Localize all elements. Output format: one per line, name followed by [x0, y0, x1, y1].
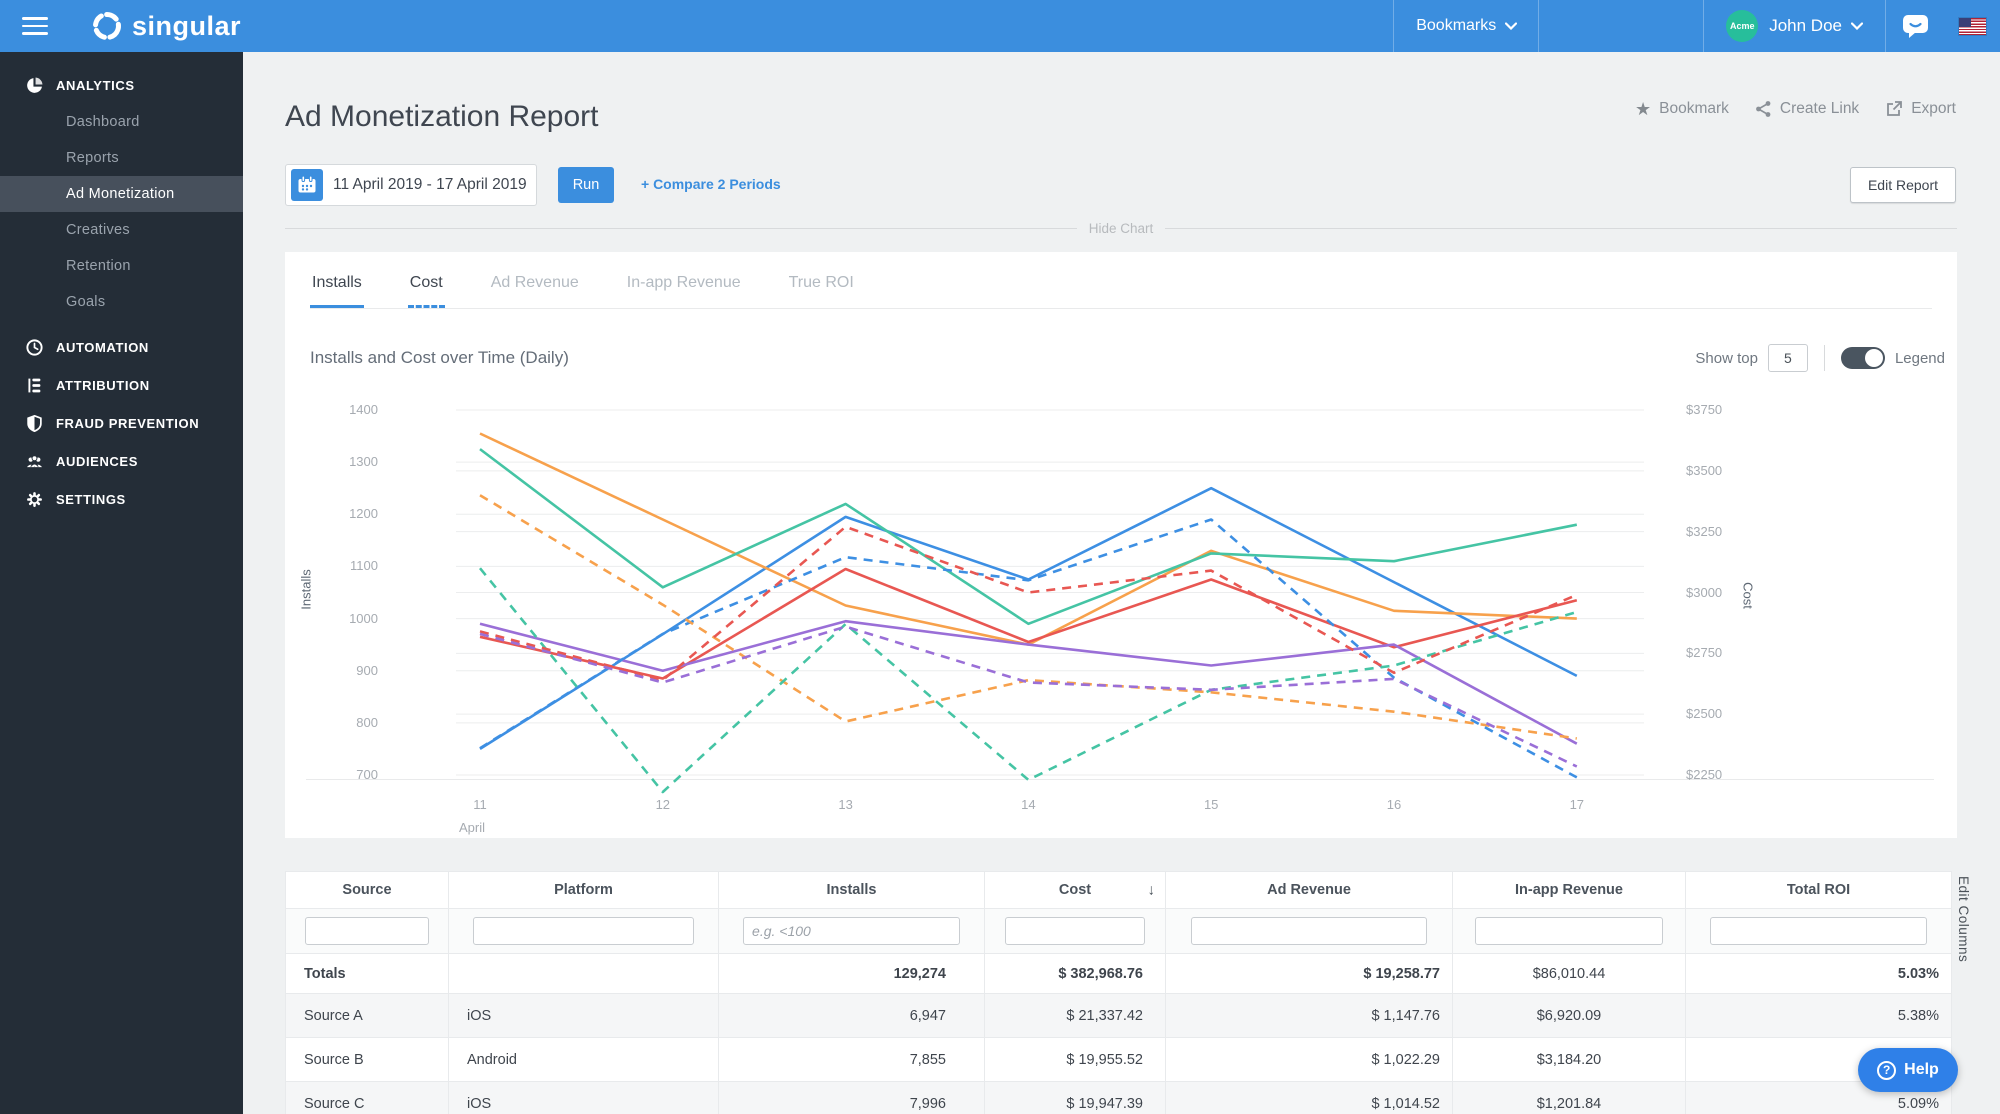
divider-line: [285, 227, 1077, 229]
bookmark-button[interactable]: ★ Bookmark: [1635, 100, 1729, 118]
calendar-icon: [291, 169, 323, 201]
divider-line: [1165, 227, 1957, 229]
help-button[interactable]: ? Help: [1858, 1048, 1958, 1092]
filter-total-roi-input[interactable]: [1710, 917, 1927, 945]
report-table: Source Platform Installs Cost ↓ Ad Revenu…: [285, 871, 1952, 1114]
shield-icon: [26, 414, 43, 432]
org-avatar: Acme: [1726, 10, 1759, 42]
show-top-input[interactable]: [1767, 344, 1808, 372]
report-actions: ★ Bookmark Create Link Export: [1609, 100, 1956, 118]
page-title: Ad Monetization Report: [285, 100, 599, 134]
filter-inapp-revenue-input[interactable]: [1475, 917, 1663, 945]
filter-cost-input[interactable]: [1004, 917, 1146, 945]
share-icon: [1755, 100, 1772, 118]
app-window: singular Bookmarks Acme John Doe ANALYTI…: [0, 0, 2000, 1114]
pie-chart-icon: [26, 77, 43, 94]
language-selector[interactable]: [1945, 0, 2000, 52]
filter-ad-revenue-input[interactable]: [1191, 917, 1427, 945]
user-name: John Doe: [1769, 16, 1842, 35]
sidebar-item-creatives[interactable]: Creatives: [0, 212, 243, 248]
tab-cost[interactable]: Cost: [407, 266, 445, 308]
chevron-down-icon: [1850, 17, 1864, 35]
top-navigation-bar: singular Bookmarks Acme John Doe: [0, 0, 2000, 52]
sidebar-section-attribution[interactable]: ATTRIBUTION: [0, 366, 243, 404]
singular-swirl-icon: [90, 9, 124, 43]
question-mark-icon: ?: [1877, 1060, 1897, 1080]
star-icon: ★: [1635, 99, 1652, 119]
user-account-menu[interactable]: Acme John Doe: [1703, 0, 1885, 52]
create-link-button[interactable]: Create Link: [1755, 100, 1859, 118]
date-range-picker[interactable]: 11 April 2019 - 17 April 2019: [285, 164, 537, 206]
edit-columns-button[interactable]: Edit Columns: [1956, 876, 1971, 962]
edit-report-button[interactable]: Edit Report: [1850, 167, 1956, 203]
date-range-value: 11 April 2019 - 17 April 2019: [333, 176, 527, 193]
hamburger-menu-icon[interactable]: [22, 17, 48, 35]
legend-label: Legend: [1894, 349, 1945, 367]
filter-platform-input[interactable]: [473, 917, 694, 945]
table-header-row: Source Platform Installs Cost ↓ Ad Revenu…: [285, 871, 1952, 909]
column-header-cost[interactable]: Cost ↓: [984, 871, 1166, 909]
table-row-source-a: Source A iOS 6,947 $ 21,337.42 $ 1,147.7…: [285, 993, 1952, 1038]
sidebar-section-analytics[interactable]: ANALYTICS: [0, 66, 243, 104]
chart-controls: Show top Legend: [1695, 344, 1945, 372]
sidebar-section-fraud-prevention[interactable]: FRAUD PREVENTION: [0, 404, 243, 442]
column-header-inapp-revenue[interactable]: In-app Revenue: [1452, 871, 1686, 909]
toggle-knob: [1864, 349, 1883, 367]
gear-icon: [26, 491, 43, 508]
column-header-total-roi[interactable]: Total ROI: [1685, 871, 1952, 909]
people-icon: [26, 453, 43, 470]
sidebar-item-reports[interactable]: Reports: [0, 140, 243, 176]
sidebar-item-goals[interactable]: Goals: [0, 284, 243, 320]
us-flag-icon: [1959, 17, 1986, 35]
sidebar-item-ad-monetization[interactable]: Ad Monetization: [0, 176, 243, 212]
singular-logo[interactable]: singular: [90, 9, 241, 43]
table-row-totals: Totals 129,274 $ 382,968.76 $ 19,258.77 …: [285, 953, 1952, 994]
sidebar-item-dashboard[interactable]: Dashboard: [0, 104, 243, 140]
table-row-source-b: Source B Android 7,855 $ 19,955.52 $ 1,0…: [285, 1037, 1952, 1082]
sidebar-item-retention[interactable]: Retention: [0, 248, 243, 284]
column-header-platform[interactable]: Platform: [448, 871, 719, 909]
bookmarks-menu[interactable]: Bookmarks: [1393, 0, 1538, 52]
topbar-spacer-section: [1538, 0, 1703, 52]
export-icon: [1885, 100, 1903, 118]
chart-title: Installs and Cost over Time (Daily): [310, 348, 569, 367]
filter-installs-input[interactable]: [743, 917, 960, 945]
chevron-down-icon: [1505, 17, 1518, 35]
hide-chart-label: Hide Chart: [1088, 220, 1154, 236]
sidebar-section-settings[interactable]: SETTINGS: [0, 480, 243, 518]
tab-inapp-revenue[interactable]: In-app Revenue: [625, 266, 743, 308]
column-header-ad-revenue[interactable]: Ad Revenue: [1165, 871, 1453, 909]
export-button[interactable]: Export: [1885, 100, 1956, 118]
chart-card: Installs Cost Ad Revenue In-app Revenue …: [285, 252, 1957, 838]
tab-true-roi[interactable]: True ROI: [787, 266, 856, 308]
tab-installs[interactable]: Installs: [310, 266, 364, 308]
sidebar-section-audiences[interactable]: AUDIENCES: [0, 442, 243, 480]
logo-text: singular: [132, 10, 242, 41]
legend-toggle[interactable]: [1840, 347, 1885, 369]
sidebar-section-automation[interactable]: AUTOMATION: [0, 328, 243, 366]
column-header-source[interactable]: Source: [285, 871, 449, 909]
sidebar-navigation: ANALYTICS Dashboard Reports Ad Monetizat…: [0, 52, 243, 1114]
topbar-right-cluster: Bookmarks Acme John Doe: [1393, 0, 2000, 52]
hide-chart-toggle[interactable]: Hide Chart: [285, 220, 1957, 236]
chat-bubble-icon: [1902, 13, 1929, 39]
show-top-label: Show top: [1695, 349, 1758, 367]
compare-periods-link[interactable]: + Compare 2 Periods: [641, 176, 781, 192]
column-header-installs[interactable]: Installs: [718, 871, 985, 909]
filter-source-input[interactable]: [304, 917, 430, 945]
chat-support-button[interactable]: [1885, 0, 1945, 52]
metric-tabs: Installs Cost Ad Revenue In-app Revenue …: [310, 266, 1932, 309]
bookmarks-label: Bookmarks: [1416, 17, 1497, 34]
attribution-icon: [26, 377, 43, 394]
tab-ad-revenue[interactable]: Ad Revenue: [489, 266, 581, 308]
table-row-source-c: Source C iOS 7,996 $ 19,947.39 $ 1,014.5…: [285, 1081, 1952, 1114]
clock-icon: [26, 338, 43, 356]
sort-desc-icon[interactable]: ↓: [1148, 882, 1156, 899]
table-filter-row: [285, 908, 1952, 954]
divider-line: [1823, 345, 1825, 371]
run-button[interactable]: Run: [558, 167, 614, 203]
